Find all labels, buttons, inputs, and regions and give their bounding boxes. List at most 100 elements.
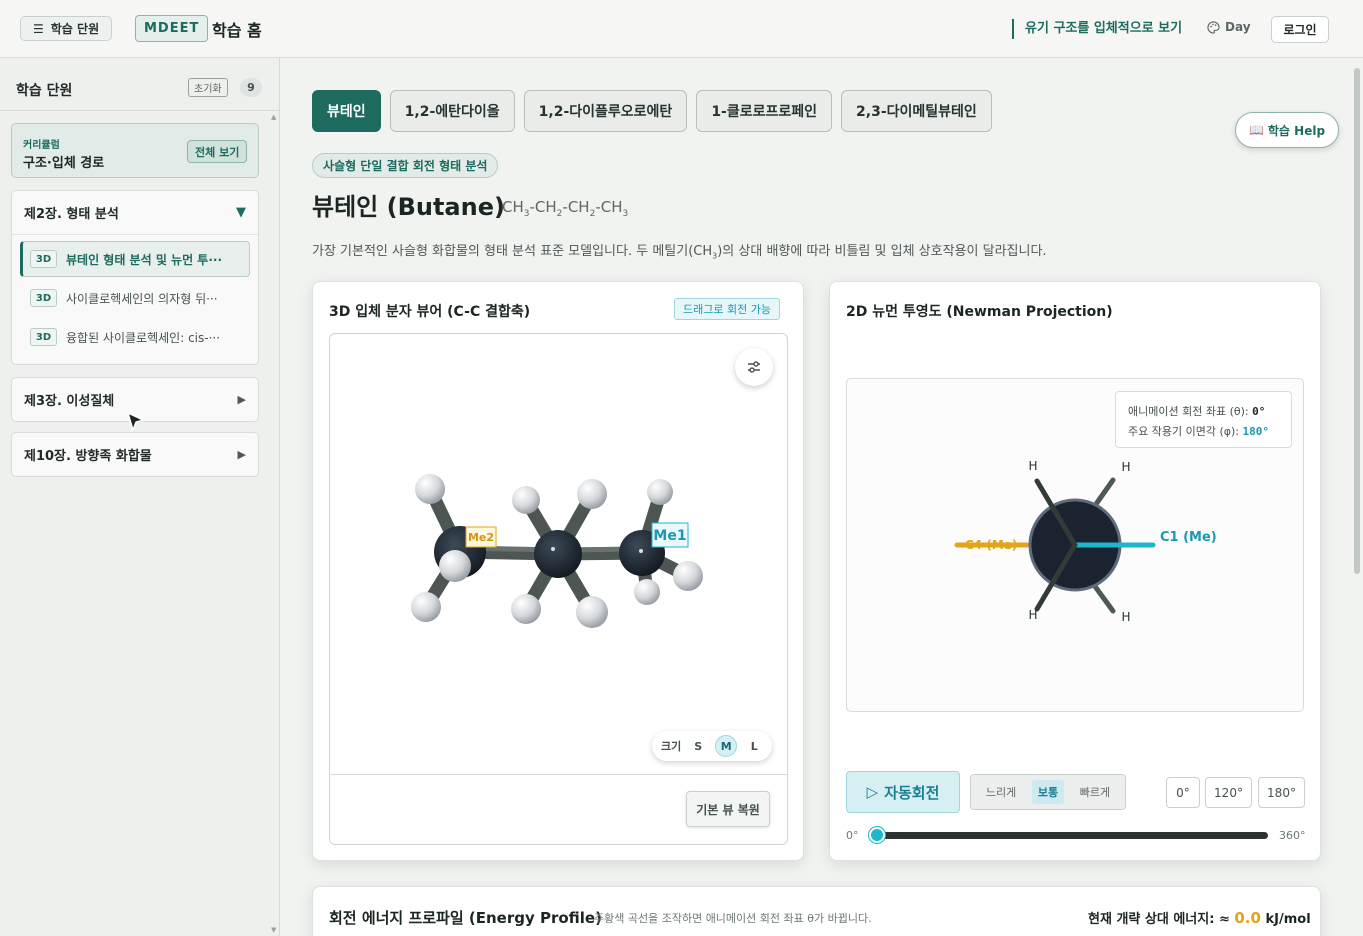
viewer-settings-button[interactable] xyxy=(735,348,773,386)
h-label: H xyxy=(1028,459,1037,473)
h-label: H xyxy=(1121,610,1130,624)
current-energy: 현재 개략 상대 에너지: ≈ 0.0 kJ/mol xyxy=(1088,908,1311,927)
tab-chloropropane[interactable]: 1-클로로프로페인 xyxy=(696,90,833,132)
tab-ethanediol[interactable]: 1,2-에탄다이올 xyxy=(389,90,515,132)
scroll-up-icon[interactable]: ▲ xyxy=(271,113,276,121)
3d-badge: 3D xyxy=(30,289,57,307)
tab-butane[interactable]: 뷰테인 xyxy=(312,90,381,132)
chapter-header[interactable]: 제2장. 형태 분석 ▼ xyxy=(12,191,258,234)
chapter-title: 제3장. 이성질체 xyxy=(24,394,115,409)
top-bar: ☰ 학습 단원 MDEET 학습 홈 유기 구조를 입체적으로 보기 Day 로… xyxy=(0,0,1363,58)
curriculum-name: 구조·입체 경로 xyxy=(23,156,105,171)
chapter-title: 제10장. 방향족 화합물 xyxy=(24,449,152,464)
theta-label: 애니메이션 회전 좌표 (θ): xyxy=(1128,405,1249,418)
angle-120-button[interactable]: 120° xyxy=(1205,777,1252,808)
rotation-slider-thumb[interactable] xyxy=(869,827,885,843)
subject-tag: 유기 구조를 입체적으로 보기 xyxy=(1012,19,1182,39)
butane-3d-model[interactable]: Me2 Me1 xyxy=(330,334,788,774)
chapter-10: 제10장. 방향족 화합물 ▶ xyxy=(11,432,259,477)
brand-logo[interactable]: MDEET xyxy=(135,15,209,42)
angle-180-button[interactable]: 180° xyxy=(1258,777,1305,808)
energy-profile-panel: 회전 에너지 프로파일 (Energy Profile) 주황색 곡선을 조작하… xyxy=(312,886,1321,936)
current-energy-value: 0.0 xyxy=(1234,909,1261,927)
view-all-button[interactable]: 전체 보기 xyxy=(187,140,248,163)
theta-value: 0° xyxy=(1252,405,1266,418)
molecule-title: 뷰테인 (Butane) xyxy=(312,193,505,221)
book-icon: 📖 xyxy=(1248,123,1264,137)
menu-button[interactable]: ☰ 학습 단원 xyxy=(20,16,113,41)
lesson-label: 사이클로헥세인의 의자형 뒤··· xyxy=(66,291,218,306)
page-title: 학습 홈 xyxy=(212,21,262,40)
energy-title: 회전 에너지 프로파일 (Energy Profile) xyxy=(329,909,602,927)
lesson-label: 융합된 사이클로헥세인: cis-··· xyxy=(66,330,221,345)
drag-hint-badge: 드래그로 회전 가능 xyxy=(674,298,780,320)
me2-label: Me2 xyxy=(468,531,494,544)
sidebar: 학습 단원 초기화 9 ▲ ▼ 커리큘럼 구조·입체 경로 전체 보기 제2장.… xyxy=(0,58,280,936)
auto-rotate-button[interactable]: ▷ 자동회전 xyxy=(846,771,960,813)
size-option-l[interactable]: L xyxy=(743,735,765,757)
back-carbon-label: C4 (Me) xyxy=(965,538,1017,552)
lesson-item-butane[interactable]: 3D 뷰테인 형태 분석 및 뉴먼 투··· xyxy=(20,241,250,277)
h-label: H xyxy=(1028,608,1037,622)
auto-rotate-label: 자동회전 xyxy=(884,783,940,802)
molecule-description: 가장 기본적인 사슬형 화합물의 형태 분석 표준 모델입니다. 두 메틸기(C… xyxy=(312,244,1047,261)
category-pill: 사슬형 단일 결합 회전 형태 분석 xyxy=(312,153,499,178)
theme-toggle[interactable]: Day xyxy=(1207,20,1251,34)
lesson-item-fused-cyclohexane[interactable]: 3D 융합된 사이클로헥세인: cis-··· xyxy=(20,319,250,355)
collapse-icon: ▶ xyxy=(237,393,246,406)
reset-button[interactable]: 초기화 xyxy=(188,78,228,97)
slider-max-label: 360° xyxy=(1279,829,1306,842)
scroll-down-icon[interactable]: ▼ xyxy=(271,926,276,934)
size-option-s[interactable]: S xyxy=(687,735,709,757)
molecule-3d-canvas[interactable]: Me2 Me1 크기 S M L 기본 뷰 복원 xyxy=(329,333,788,845)
reset-view-button[interactable]: 기본 뷰 복원 xyxy=(686,791,770,827)
sidebar-title: 학습 단원 xyxy=(16,83,73,99)
hamburger-icon: ☰ xyxy=(33,21,44,36)
lesson-item-cyclohexane[interactable]: 3D 사이클로헥세인의 의자형 뒤··· xyxy=(20,280,250,316)
3d-badge: 3D xyxy=(30,250,57,268)
angle-readout: 애니메이션 회전 좌표 (θ): 0° 주요 작용기 이면각 (φ): 180° xyxy=(1115,391,1292,448)
lesson-list: 3D 뷰테인 형태 분석 및 뉴먼 투··· 3D 사이클로헥세인의 의자형 뒤… xyxy=(12,234,258,364)
login-button[interactable]: 로그인 xyxy=(1271,16,1329,43)
energy-unit: kJ/mol xyxy=(1265,912,1311,927)
palette-icon xyxy=(1207,20,1220,34)
3d-badge: 3D xyxy=(30,328,57,346)
size-label: 크기 xyxy=(661,740,682,753)
size-option-m[interactable]: M xyxy=(715,735,738,757)
speed-slow[interactable]: 느리게 xyxy=(980,780,1022,804)
main-scrollbar[interactable] xyxy=(1354,68,1360,574)
viewer-footer-divider xyxy=(330,774,787,775)
current-energy-label: 현재 개략 상대 에너지: ≈ xyxy=(1088,912,1230,927)
help-label: 학습 Help xyxy=(1267,123,1326,138)
collapse-icon: ▶ xyxy=(237,448,246,461)
newman-canvas[interactable]: 애니메이션 회전 좌표 (θ): 0° 주요 작용기 이면각 (φ): 180°… xyxy=(846,378,1304,712)
tab-difluoroethane[interactable]: 1,2-다이플루오로에탄 xyxy=(523,90,688,132)
curriculum-card: 커리큘럼 구조·입체 경로 전체 보기 xyxy=(11,123,259,178)
molecule-formula: CH3-CH2-CH2-CH3 xyxy=(502,198,629,219)
curriculum-label: 커리큘럼 xyxy=(23,140,60,151)
rotation-slider[interactable] xyxy=(874,832,1268,839)
chapter-2: 제2장. 형태 분석 ▼ 3D 뷰테인 형태 분석 및 뉴먼 투··· 3D 사… xyxy=(11,190,259,365)
h-label: H xyxy=(1121,460,1130,474)
phi-label: 주요 작용기 이면각 (φ): xyxy=(1128,425,1239,438)
sidebar-divider xyxy=(0,110,279,111)
me1-label: Me1 xyxy=(653,528,686,544)
chapter-header[interactable]: 제10장. 방향족 화합물 ▶ xyxy=(12,433,258,476)
viewer-3d-title: 3D 입체 분자 뷰어 (C-C 결합축) xyxy=(329,304,531,320)
speed-fast[interactable]: 빠르게 xyxy=(1074,780,1116,804)
tab-dimethylbutane[interactable]: 2,3-다이메틸뷰테인 xyxy=(841,90,992,132)
speed-selector: 느리게 보통 빠르게 xyxy=(970,774,1126,810)
front-carbon-label: C1 (Me) xyxy=(1160,530,1217,545)
size-control: 크기 S M L xyxy=(652,731,772,761)
newman-title: 2D 뉴먼 투영도 (Newman Projection) xyxy=(846,304,1113,320)
speed-normal[interactable]: 보통 xyxy=(1031,780,1065,804)
phi-value: 180° xyxy=(1242,425,1270,438)
viewer-3d-panel: 3D 입체 분자 뷰어 (C-C 결합축) 드래그로 회전 가능 Me2 Me1… xyxy=(312,281,804,861)
angle-0-button[interactable]: 0° xyxy=(1166,777,1200,808)
molecule-tabs: 뷰테인 1,2-에탄다이올 1,2-다이플루오로에탄 1-클로로프로페인 2,3… xyxy=(312,90,992,132)
expand-icon: ▼ xyxy=(236,205,246,220)
theme-label: Day xyxy=(1225,20,1251,34)
unit-count-badge: 9 xyxy=(240,78,262,97)
help-button[interactable]: 📖 학습 Help xyxy=(1235,112,1339,148)
newman-panel: 2D 뉴먼 투영도 (Newman Projection) 애니메이션 회전 좌… xyxy=(829,281,1321,861)
